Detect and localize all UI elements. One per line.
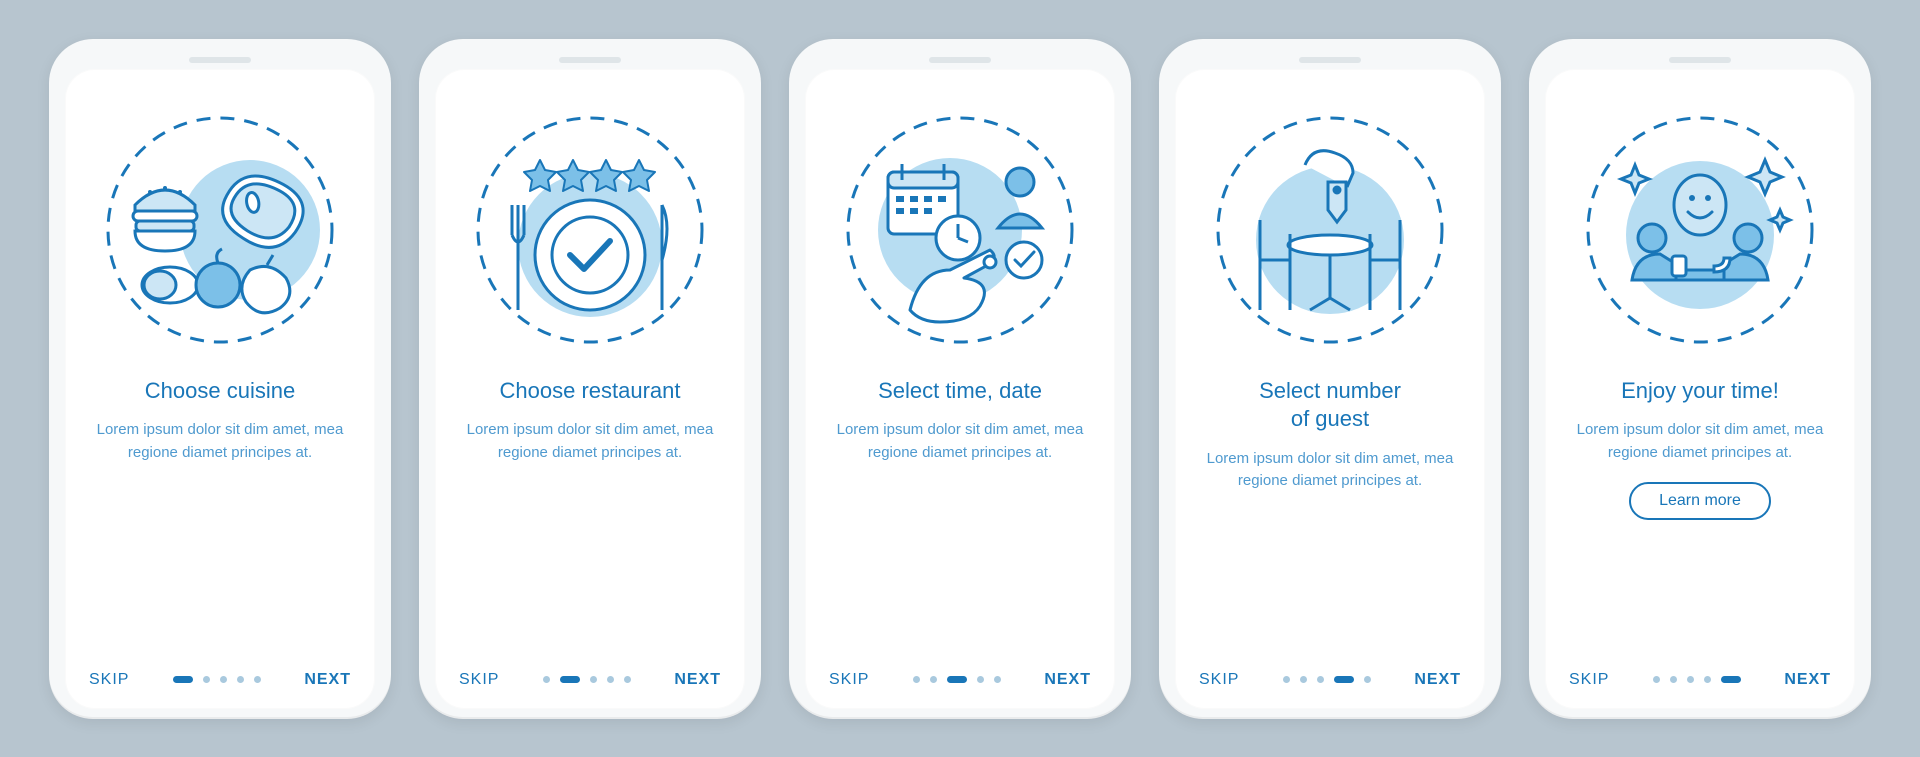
screen-footer: SKIP NEXT: [827, 671, 1093, 691]
screen-footer: SKIP NEXT: [457, 671, 723, 691]
dot-active: [1721, 676, 1741, 683]
onboarding-row: Choose cuisine Lorem ipsum dolor sit dim…: [49, 39, 1871, 719]
phone-frame: Select time, date Lorem ipsum dolor sit …: [789, 39, 1131, 719]
skip-button[interactable]: SKIP: [89, 671, 129, 689]
dot: [607, 676, 614, 683]
onboarding-screen-1: Choose cuisine Lorem ipsum dolor sit dim…: [65, 69, 375, 709]
screen-footer: SKIP NEXT: [1197, 671, 1463, 691]
dot: [1704, 676, 1711, 683]
skip-button[interactable]: SKIP: [829, 671, 869, 689]
dot: [930, 676, 937, 683]
phone-speaker: [1669, 57, 1731, 63]
dot: [1653, 676, 1660, 683]
calendar-time-icon: [835, 105, 1085, 355]
restaurant-rating-icon: [465, 105, 715, 355]
dot: [624, 676, 631, 683]
dot: [543, 676, 550, 683]
onboarding-screen-3: Select time, date Lorem ipsum dolor sit …: [805, 69, 1115, 709]
dot-active: [1334, 676, 1354, 683]
dot: [220, 676, 227, 683]
screen-body: Lorem ipsum dolor sit dim amet, mea regi…: [1205, 448, 1455, 493]
dot: [977, 676, 984, 683]
next-button[interactable]: NEXT: [674, 671, 721, 689]
skip-button[interactable]: SKIP: [459, 671, 499, 689]
screen-title: Choose cuisine: [145, 377, 295, 406]
dot-active: [173, 676, 193, 683]
dot: [590, 676, 597, 683]
screen-body: Lorem ipsum dolor sit dim amet, mea regi…: [1575, 419, 1825, 464]
pagination-dots: [1653, 676, 1741, 683]
screen-footer: SKIP NEXT: [1567, 671, 1833, 691]
phone-frame: Choose restaurant Lorem ipsum dolor sit …: [419, 39, 761, 719]
screen-body: Lorem ipsum dolor sit dim amet, mea regi…: [95, 419, 345, 464]
screen-title: Enjoy your time!: [1621, 377, 1779, 406]
next-button[interactable]: NEXT: [304, 671, 351, 689]
dot: [254, 676, 261, 683]
dot: [1283, 676, 1290, 683]
next-button[interactable]: NEXT: [1414, 671, 1461, 689]
phone-frame: Select number of guest Lorem ipsum dolor…: [1159, 39, 1501, 719]
phone-speaker: [1299, 57, 1361, 63]
pagination-dots: [913, 676, 1001, 683]
screen-title: Select number of guest: [1259, 377, 1401, 434]
pagination-dots: [173, 676, 261, 683]
enjoy-icon: [1575, 105, 1825, 355]
screen-title: Choose restaurant: [500, 377, 681, 406]
next-button[interactable]: NEXT: [1784, 671, 1831, 689]
cuisine-icon: [95, 105, 345, 355]
screen-footer: SKIP NEXT: [87, 671, 353, 691]
dot: [913, 676, 920, 683]
skip-button[interactable]: SKIP: [1199, 671, 1239, 689]
skip-button[interactable]: SKIP: [1569, 671, 1609, 689]
phone-speaker: [929, 57, 991, 63]
pagination-dots: [1283, 676, 1371, 683]
onboarding-screen-4: Select number of guest Lorem ipsum dolor…: [1175, 69, 1485, 709]
screen-body: Lorem ipsum dolor sit dim amet, mea regi…: [835, 419, 1085, 464]
dot: [1364, 676, 1371, 683]
phone-frame: Enjoy your time! Lorem ipsum dolor sit d…: [1529, 39, 1871, 719]
onboarding-screen-5: Enjoy your time! Lorem ipsum dolor sit d…: [1545, 69, 1855, 709]
onboarding-screen-2: Choose restaurant Lorem ipsum dolor sit …: [435, 69, 745, 709]
dot-active: [947, 676, 967, 683]
dot: [203, 676, 210, 683]
dot: [1670, 676, 1677, 683]
phone-speaker: [189, 57, 251, 63]
screen-title: Select time, date: [878, 377, 1042, 406]
next-button[interactable]: NEXT: [1044, 671, 1091, 689]
phone-frame: Choose cuisine Lorem ipsum dolor sit dim…: [49, 39, 391, 719]
dot: [1687, 676, 1694, 683]
phone-speaker: [559, 57, 621, 63]
dot-active: [560, 676, 580, 683]
dot: [237, 676, 244, 683]
screen-body: Lorem ipsum dolor sit dim amet, mea regi…: [465, 419, 715, 464]
pagination-dots: [543, 676, 631, 683]
dot: [994, 676, 1001, 683]
table-guests-icon: [1205, 105, 1455, 355]
dot: [1317, 676, 1324, 683]
learn-more-button[interactable]: Learn more: [1629, 482, 1771, 520]
dot: [1300, 676, 1307, 683]
